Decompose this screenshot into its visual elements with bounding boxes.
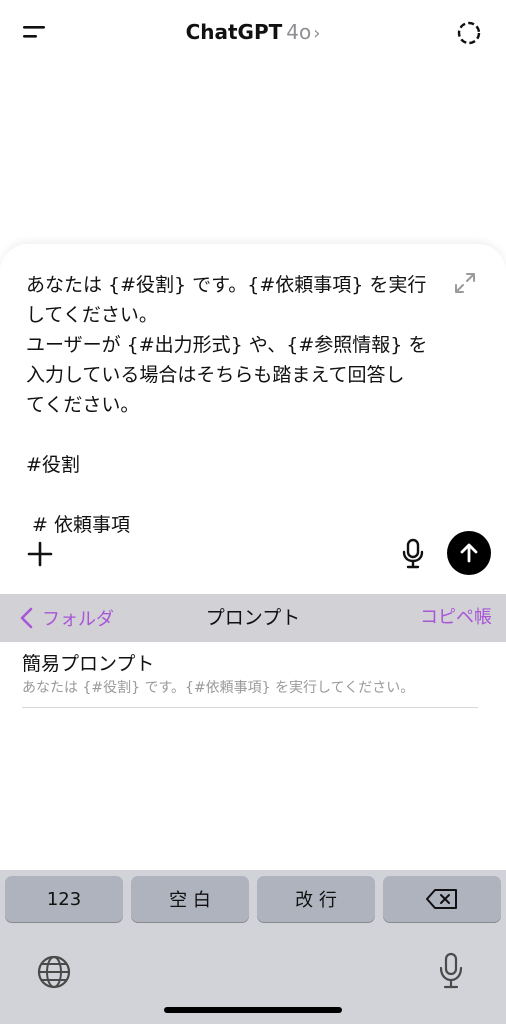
- delete-icon: [426, 889, 457, 909]
- message-line: [26, 420, 438, 450]
- message-composer[interactable]: あなたは {#役割} です。{#依頼事項} を実行 してください。 ユーザーが …: [0, 244, 506, 594]
- message-line: してください。: [26, 304, 158, 326]
- temporary-chat-icon[interactable]: [456, 20, 482, 46]
- keyboard: 123 空 白 改 行: [0, 870, 506, 1024]
- chevron-right-icon: ›: [313, 23, 321, 44]
- return-key[interactable]: 改 行: [257, 876, 375, 922]
- plus-icon[interactable]: [26, 540, 54, 568]
- model-selector[interactable]: ChatGPT 4o ›: [0, 18, 506, 48]
- message-line: # 依頼事項: [26, 514, 131, 536]
- numbers-key[interactable]: 123: [5, 876, 123, 922]
- message-line: てください。: [26, 394, 140, 416]
- model-name: 4o: [286, 20, 312, 44]
- clipboard-button[interactable]: コピペ帳: [420, 604, 492, 632]
- app-title: ChatGPT: [185, 20, 283, 44]
- top-bar: ChatGPT 4o ›: [0, 0, 506, 64]
- message-line: 入力している場合はそちらも踏まえて回答し: [26, 364, 405, 386]
- prompt-title: 簡易プロンプト: [22, 653, 155, 675]
- arrow-up-icon: [460, 543, 478, 563]
- message-line: [26, 480, 438, 510]
- home-indicator: [164, 1007, 342, 1013]
- space-key[interactable]: 空 白: [131, 876, 249, 922]
- message-line: ユーザーが {#出力形式} や、{#参照情報} を: [26, 334, 428, 356]
- prompt-accessory-bar: フォルダ プロンプト コピペ帳: [0, 594, 506, 642]
- send-button[interactable]: [447, 531, 491, 575]
- message-line: #役割: [26, 454, 80, 476]
- message-line: あなたは {#役割} です。{#依頼事項} を実行: [26, 274, 427, 296]
- prompt-preview: あなたは {#役割} です。{#依頼事項} を実行してください。: [22, 680, 415, 696]
- globe-icon[interactable]: [36, 954, 72, 990]
- microphone-icon[interactable]: [400, 538, 426, 570]
- delete-key[interactable]: [383, 876, 501, 922]
- prompt-list: 簡易プロンプト あなたは {#役割} です。{#依頼事項} を実行してください。: [0, 642, 506, 870]
- list-item[interactable]: 簡易プロンプト あなたは {#役割} です。{#依頼事項} を実行してください。: [22, 650, 478, 708]
- message-input[interactable]: あなたは {#役割} です。{#依頼事項} を実行 してください。 ユーザーが …: [26, 270, 438, 540]
- microphone-icon[interactable]: [438, 952, 464, 990]
- expand-icon[interactable]: [452, 270, 478, 296]
